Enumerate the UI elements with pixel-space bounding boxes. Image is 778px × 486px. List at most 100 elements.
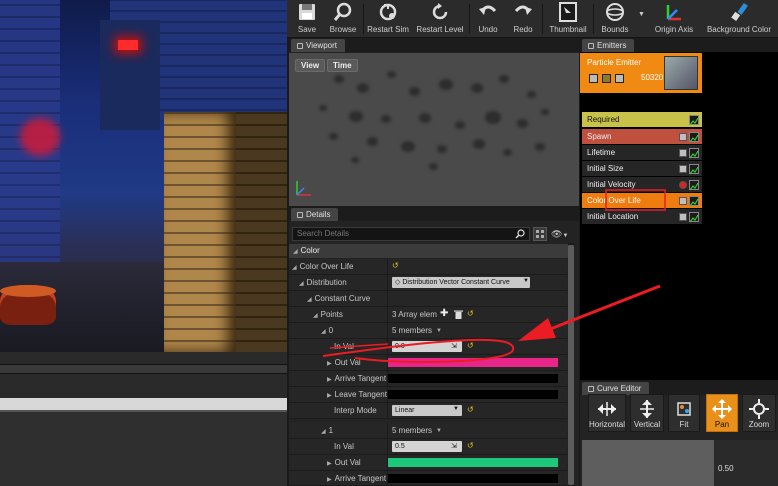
background-color-button[interactable]: Background Color [702, 0, 776, 38]
bounds-dropdown-arrow-icon[interactable]: ▼ [638, 11, 645, 18]
chevron-down-icon[interactable]: ▼ [436, 328, 442, 334]
undo-button[interactable]: Undo [472, 0, 504, 38]
curve-graph-area[interactable]: 0.50 [582, 440, 778, 486]
fit-vertical-button[interactable]: Vertical [630, 394, 664, 432]
row-value: ◇ Distribution Vector Constant Curve ▼ [387, 275, 567, 291]
reset-arrow-icon[interactable]: ↺ [467, 441, 474, 450]
row-color-over-life[interactable]: ◢ Color Over Life ↺ [289, 259, 567, 275]
module-enable-checkbox[interactable] [679, 197, 687, 205]
fit-button[interactable]: Fit [668, 394, 700, 432]
row-point-0[interactable]: ◢ 0 5 members ▼ [289, 323, 567, 339]
redo-button[interactable]: Redo [507, 0, 539, 38]
row-interp-mode-0[interactable]: Interp Mode Linear ▼ ↺ [289, 403, 567, 419]
out-val-1-color-swatch[interactable] [388, 458, 558, 467]
arrive-tangent-1-swatch[interactable] [388, 474, 558, 483]
module-enable-checkbox[interactable] [679, 133, 687, 141]
distribution-dropdown[interactable]: ◇ Distribution Vector Constant Curve [392, 277, 530, 288]
row-leave-tangent-0[interactable]: ▶ Leave Tangent [289, 387, 567, 403]
module-initial-location[interactable]: Initial Location [582, 209, 702, 225]
module-spawn[interactable]: Spawn [582, 129, 702, 145]
out-val-0-color-swatch[interactable] [388, 358, 558, 367]
browse-button[interactable]: Browse [325, 0, 361, 38]
arrive-tangent-0-swatch[interactable] [388, 374, 558, 383]
tab-emitters[interactable]: Emitters [582, 39, 635, 52]
emitter-enable-checkbox[interactable] [589, 74, 598, 83]
row-arrive-tangent-1[interactable]: ▶ Arrive Tangent [289, 471, 567, 486]
module-required[interactable]: Required [582, 112, 702, 128]
module-enable-checkbox[interactable] [679, 149, 687, 157]
module-graph-icon[interactable] [689, 115, 699, 126]
curve-graph-label-strip [714, 440, 778, 486]
module-graph-icon[interactable] [689, 148, 699, 159]
pan-button[interactable]: Pan [706, 394, 738, 432]
module-enable-checkbox[interactable] [679, 181, 687, 189]
panel-body [0, 412, 287, 486]
row-distribution[interactable]: ◢ Distribution ◇ Distribution Vector Cons… [289, 275, 567, 291]
restart-sim-button[interactable]: Restart Sim [365, 0, 411, 38]
row-arrive-tangent-0[interactable]: ▶ Arrive Tangent [289, 371, 567, 387]
view-button[interactable]: View [295, 59, 326, 72]
scene-brick-wall-side [236, 112, 287, 352]
details-search-input[interactable]: Search Details [292, 227, 530, 241]
module-lifetime[interactable]: Lifetime [582, 145, 702, 161]
reset-arrow-icon[interactable]: ↺ [467, 405, 474, 414]
scrollbar-thumb[interactable] [568, 245, 574, 485]
add-element-plus-icon[interactable]: ✚ [440, 308, 448, 319]
module-initial-size[interactable]: Initial Size [582, 161, 702, 177]
module-graph-icon[interactable] [689, 180, 699, 191]
emitter-header[interactable]: Particle Emitter 50320 [580, 53, 702, 93]
emitter-solo-icon[interactable] [602, 74, 611, 83]
row-label: ◢ 0 [321, 323, 333, 340]
row-in-val-1[interactable]: In Val 0.5 ⇲ ↺ [289, 439, 567, 455]
row-out-val-1[interactable]: ▶ Out Val [289, 455, 567, 471]
axis-gizmo-icon [296, 181, 311, 196]
save-button[interactable]: Save [291, 0, 323, 38]
reset-arrow-icon[interactable]: ↺ [467, 341, 474, 350]
level-viewport[interactable] [0, 0, 287, 486]
row-in-val-0[interactable]: In Val 0.0 ⇲ ↺ [289, 339, 567, 355]
row-constant-curve[interactable]: ◢ Constant Curve [289, 291, 567, 307]
browse-icon [333, 2, 352, 21]
module-initial-velocity[interactable]: Initial Velocity [582, 177, 702, 193]
row-points[interactable]: ◢ Points 3 Array elem ✚ ↺ [289, 307, 567, 323]
thumbnail-label: Thumbnail [549, 25, 587, 34]
smoke-particle [455, 121, 465, 129]
zoom-button[interactable]: Zoom [742, 394, 776, 432]
row-out-val-0[interactable]: ▶ Out Val [289, 355, 567, 371]
reset-arrow-icon[interactable]: ↺ [392, 261, 399, 270]
property-matrix-button[interactable] [533, 227, 547, 241]
trash-icon[interactable] [454, 310, 463, 320]
module-label: Spawn [587, 132, 612, 141]
module-graph-icon[interactable] [689, 132, 699, 143]
particle-preview-canvas[interactable]: View Time [289, 53, 579, 206]
leave-tangent-0-swatch[interactable] [388, 390, 558, 399]
origin-axis-button[interactable]: Origin Axis [650, 0, 698, 38]
bounds-button[interactable]: Bounds [595, 0, 635, 38]
details-scrollbar[interactable] [568, 243, 574, 486]
module-enable-checkbox[interactable] [679, 213, 687, 221]
row-point-1[interactable]: ◢ 1 5 members ▼ [289, 423, 567, 439]
module-graph-icon[interactable] [689, 196, 699, 207]
restart-level-button[interactable]: Restart Level [413, 0, 467, 38]
module-graph-icon[interactable] [689, 212, 699, 223]
module-graph-icon[interactable] [689, 164, 699, 175]
emitters-tab-label: Emitters [597, 41, 627, 50]
tab-viewport[interactable]: Viewport [291, 39, 345, 52]
view-options-button[interactable]: 👁▼ [551, 227, 571, 241]
reset-arrow-icon[interactable]: ↺ [467, 309, 474, 318]
module-enable-checkbox[interactable] [679, 165, 687, 173]
row-value: 3 Array elem ✚ ↺ [387, 307, 567, 323]
time-button[interactable]: Time [327, 59, 358, 72]
category-color[interactable]: ◢ Color [289, 244, 574, 258]
chevron-down-icon[interactable]: ▼ [436, 428, 442, 434]
interp-mode-dropdown[interactable]: Linear [392, 405, 462, 416]
thumbnail-button[interactable]: Thumbnail [545, 0, 591, 38]
pan-icon [712, 399, 732, 419]
emitter-render-mode-icon[interactable] [615, 74, 624, 83]
row-value [387, 291, 567, 307]
module-color-over-life[interactable]: Color Over Life [582, 193, 702, 209]
tab-details[interactable]: Details [291, 208, 339, 221]
scene-tower [100, 20, 160, 130]
grid-icon [536, 230, 544, 238]
fit-horizontal-button[interactable]: Horizontal [588, 394, 626, 432]
